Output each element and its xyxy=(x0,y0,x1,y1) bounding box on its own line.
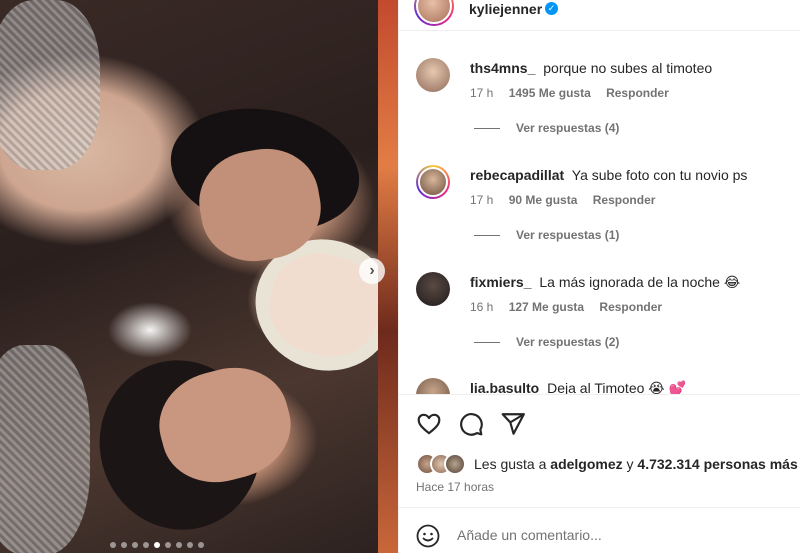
post-side-panel: kyliejenner ✓ ths4mns_ porque no subes a… xyxy=(398,0,800,553)
likes-others-count[interactable]: 4.732.314 personas más xyxy=(637,456,797,472)
comment-time: 17 h xyxy=(470,86,494,100)
commenter-avatar[interactable] xyxy=(416,272,450,306)
comment-input[interactable] xyxy=(457,527,777,543)
header-divider xyxy=(399,30,800,31)
comment-likes[interactable]: 1495 Me gusta xyxy=(509,86,591,100)
carousel-dot xyxy=(121,542,127,548)
commenter-username[interactable]: ths4mns_ xyxy=(470,60,535,76)
commenter-avatar[interactable] xyxy=(416,378,450,394)
post-header: kyliejenner ✓ xyxy=(399,0,800,30)
carousel-dot xyxy=(198,542,204,548)
view-replies-button[interactable]: Ver respuestas (1) xyxy=(474,228,619,242)
commenter-username[interactable]: fixmiers_ xyxy=(470,274,531,290)
post-timestamp: Hace 17 horas xyxy=(416,480,495,494)
comment-likes[interactable]: 127 Me gusta xyxy=(509,300,584,314)
reply-button[interactable]: Responder xyxy=(606,86,669,100)
likes-connector: y xyxy=(626,456,634,472)
liker-username[interactable]: adelgomez xyxy=(550,456,622,472)
verified-badge-icon: ✓ xyxy=(545,2,558,15)
sparkle-dress-bottom xyxy=(0,345,90,553)
comment-text: La más ignorada de la noche 😂 xyxy=(539,274,741,290)
comment-text: Deja al Timoteo 😭 💕 xyxy=(547,380,686,394)
heart-icon[interactable] xyxy=(416,411,442,437)
carousel-next-button[interactable]: › xyxy=(359,258,385,284)
carousel-dots xyxy=(110,542,204,548)
carousel-dot xyxy=(165,542,171,548)
reply-button[interactable]: Responder xyxy=(593,193,656,207)
carousel-dot xyxy=(176,542,182,548)
commenter-avatar[interactable] xyxy=(416,165,450,199)
sparkle-dress-top xyxy=(0,0,100,170)
reply-button[interactable]: Responder xyxy=(599,300,662,314)
commenter-username[interactable]: rebecapadillat xyxy=(470,167,564,183)
input-divider xyxy=(399,507,800,508)
post-photo[interactable]: › xyxy=(0,0,398,553)
carousel-dot xyxy=(143,542,149,548)
author-username[interactable]: kyliejenner xyxy=(469,1,542,17)
carousel-dot xyxy=(132,542,138,548)
actions-divider xyxy=(399,394,800,395)
liker-avatar xyxy=(444,453,466,475)
smiley-icon[interactable] xyxy=(416,524,440,548)
view-replies-button[interactable]: Ver respuestas (4) xyxy=(474,121,619,135)
carousel-dot xyxy=(154,542,160,548)
comment-time: 16 h xyxy=(470,300,494,314)
comment-text: Ya sube foto con tu novio ps xyxy=(571,167,748,183)
commenter-avatar[interactable] xyxy=(416,58,450,92)
comment-item: lia.basulto Deja al Timoteo 😭 💕 xyxy=(399,378,800,394)
comment-icon[interactable] xyxy=(458,411,484,437)
likes-prefix: Les gusta a xyxy=(474,456,547,472)
chevron-right-icon: › xyxy=(369,262,375,279)
comment-time: 17 h xyxy=(470,193,494,207)
carousel-dot xyxy=(187,542,193,548)
comment-text: porque no subes al timoteo xyxy=(543,60,713,76)
send-icon[interactable] xyxy=(500,411,526,437)
carousel-dot xyxy=(110,542,116,548)
comment-likes[interactable]: 90 Me gusta xyxy=(509,193,578,207)
commenter-username[interactable]: lia.basulto xyxy=(470,380,539,394)
view-replies-button[interactable]: Ver respuestas (2) xyxy=(474,335,619,349)
author-avatar[interactable] xyxy=(414,0,454,26)
